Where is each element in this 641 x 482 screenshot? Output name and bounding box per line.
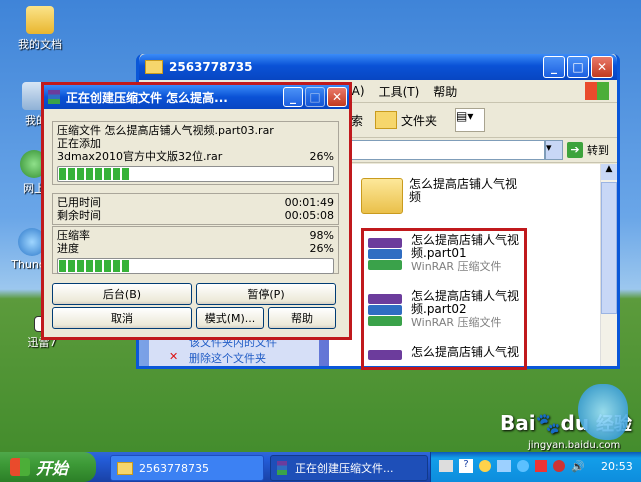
file-item-rar[interactable]: 怎么提高店铺人气视 [365,346,523,362]
volume-icon[interactable]: 🔊 [571,460,585,473]
maximize-button: □ [305,87,325,107]
go-button[interactable]: 转到 [587,142,609,158]
menu-item-help[interactable]: 帮助 [433,83,457,100]
views-button[interactable]: ▤▾ [455,108,486,132]
file-name: 怎么提高店铺人气视频 [409,177,518,204]
pause-button[interactable]: 暂停(P) [196,283,336,305]
file-type: WinRAR 压缩文件 [411,260,502,273]
folder-icon [361,178,403,214]
bird-logo-icon [578,384,628,440]
archive-line: 压缩文件 怎么提高店铺人气视频.part03.rar [57,124,274,137]
baidu-logo-text: Bai [500,411,536,435]
file-item-rar[interactable]: 怎么提高店铺人气视频.part01 WinRAR 压缩文件 [365,234,523,274]
folders-button[interactable]: 文件夹 [401,112,437,129]
file-name: 怎么提高店铺人气视频.part01 [411,233,520,260]
taskbar-task-explorer[interactable]: 2563778735 [110,455,264,481]
total-progress [57,258,334,274]
minimize-button[interactable]: _ [283,87,303,107]
delete-icon: ✕ [169,350,179,363]
vertical-scrollbar[interactable]: ▲ [600,164,617,366]
minimize-button[interactable]: _ [543,56,565,78]
desktop-icon-my-documents[interactable]: 我的文档 [10,6,70,52]
desktop-icon-label: 我的文档 [18,38,62,51]
ratio-value: 98% [309,229,334,242]
current-file-progress [57,166,334,182]
file-name: 怎么提高店铺人气视 [411,346,520,359]
watermark-url: jingyan.baidu.com [528,440,621,451]
explorer-title: 2563778735 [169,60,253,74]
keyboard-icon[interactable] [439,460,453,472]
scroll-up-icon[interactable]: ▲ [601,164,617,180]
progress-label: 进度 [57,242,79,255]
winrar-archive-icon [365,234,405,274]
windows-logo-icon [585,82,609,100]
close-button[interactable]: ✕ [327,87,347,107]
current-file-group: 压缩文件 怎么提高店铺人气视频.part03.rar 正在添加 3dmax201… [52,121,339,185]
help-button[interactable]: 帮助 [268,307,336,329]
folder-icon [26,6,54,34]
file-item-rar[interactable]: 怎么提高店铺人气视频.part02 WinRAR 压缩文件 [365,290,523,330]
tray-icon[interactable] [479,460,491,472]
system-tray: ? 🔊 20:53 [430,452,641,482]
progress-value: 26% [309,242,334,255]
progress-fill [59,168,130,180]
go-arrow-icon: ➔ [567,142,583,158]
close-button[interactable]: ✕ [591,56,613,78]
file-item-folder[interactable]: 怎么提高店铺人气视频 [361,178,521,214]
taskbar-task-winrar[interactable]: 正在创建压缩文件... [270,455,428,481]
remaining-label: 剩余时间 [57,209,101,222]
current-file-percent: 26% [309,150,334,163]
security-tray-icon[interactable] [535,460,547,472]
file-type: WinRAR 压缩文件 [411,316,502,329]
cancel-button[interactable]: 取消 [52,307,192,329]
explorer-titlebar[interactable]: 2563778735 _ □ ✕ [139,54,617,80]
start-button[interactable]: 开始 [0,452,96,482]
elapsed-value: 00:01:49 [284,196,334,209]
remaining-value: 00:05:08 [284,209,334,222]
help-icon[interactable]: ? [459,459,473,473]
ratio-label: 压缩率 [57,229,90,242]
progress-fill [59,260,130,272]
taskbar: 开始 2563778735 正在创建压缩文件... ? 🔊 20:53 [0,452,641,482]
winrar-archive-icon [365,346,405,362]
time-group: 已用时间 00:01:49 剩余时间 00:05:08 [52,193,339,225]
mode-button[interactable]: 模式(M)... [196,307,264,329]
winrar-archive-icon [365,290,405,330]
tray-icon[interactable] [553,460,565,472]
elapsed-label: 已用时间 [57,196,101,209]
address-dropdown-button[interactable]: ▾ [545,140,563,160]
folders-icon [375,111,398,129]
windows-flag-icon [10,458,30,476]
folder-icon [145,60,163,74]
scroll-thumb[interactable] [601,182,617,314]
dialog-title: 正在创建压缩文件 怎么提高... [66,90,228,105]
task-link[interactable]: 删除这个文件夹 [189,350,266,366]
file-name: 怎么提高店铺人气视频.part02 [411,289,520,316]
tray-icon[interactable] [517,460,529,472]
folder-icon [117,461,133,475]
address-input[interactable] [349,140,545,160]
adding-line: 正在添加 [57,137,101,150]
winrar-progress-dialog: 正在创建压缩文件 怎么提高... _ □ ✕ 压缩文件 怎么提高店铺人气视频.p… [41,82,352,340]
maximize-button[interactable]: □ [567,56,589,78]
menu-item-tools[interactable]: 工具(T) [379,83,420,100]
winrar-icon [277,461,287,475]
winrar-icon [48,90,60,104]
dialog-titlebar[interactable]: 正在创建压缩文件 怎么提高... _ □ ✕ [44,85,349,109]
clock[interactable]: 20:53 [601,460,633,473]
background-button[interactable]: 后台(B) [52,283,192,305]
current-file-name: 3dmax2010官方中文版32位.rar [57,150,223,163]
network-tray-icon[interactable] [497,460,511,472]
total-group: 压缩率 98% 进度 26% [52,226,339,274]
